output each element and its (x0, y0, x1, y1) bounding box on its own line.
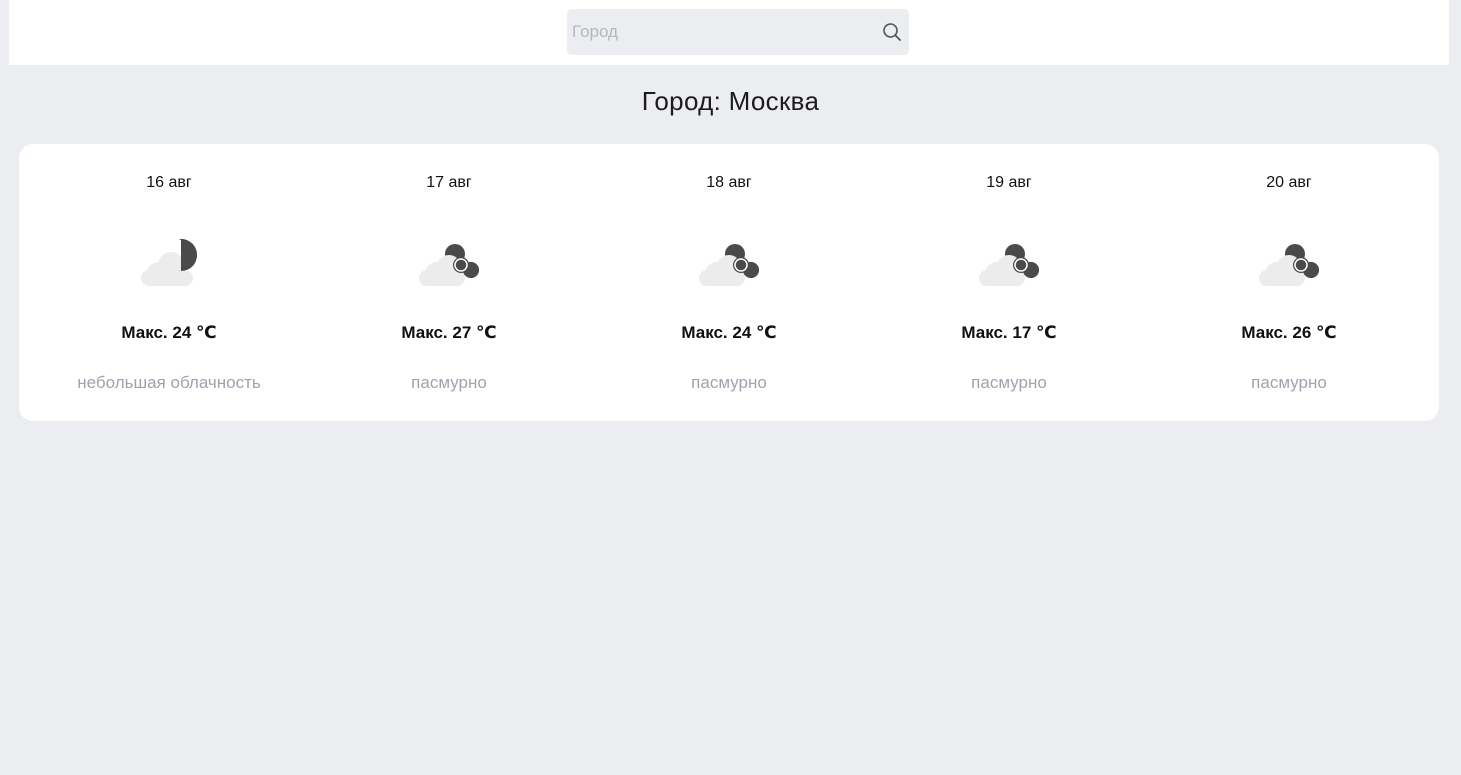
forecast-temp: Макс. 27 ℃ (401, 323, 497, 342)
header-bar (9, 0, 1449, 65)
forecast-temp: Макс. 26 ℃ (1241, 323, 1337, 342)
broken-clouds-icon (411, 232, 487, 288)
forecast-date: 20 авг (1266, 174, 1312, 191)
search-icon[interactable] (881, 21, 903, 43)
forecast-description: пасмурно (411, 373, 487, 392)
forecast-description: пасмурно (691, 373, 767, 392)
forecast-temp: Макс. 24 ℃ (121, 323, 217, 342)
broken-clouds-icon (971, 232, 1047, 288)
forecast-day: 18 авг Макс. 24 ℃ пасмурно (589, 144, 869, 421)
search-box[interactable] (567, 9, 909, 55)
forecast-card: 16 авг Макс. 24 ℃ небольшая облачность 1… (19, 144, 1439, 421)
forecast-temp: Макс. 17 ℃ (961, 323, 1057, 342)
broken-clouds-icon (691, 232, 767, 288)
forecast-day: 19 авг Макс. 17 ℃ пасмурно (869, 144, 1149, 421)
broken-clouds-icon (1251, 232, 1327, 288)
city-title: Город: Москва (641, 86, 820, 116)
forecast-description: небольшая облачность (77, 373, 261, 392)
forecast-day: 16 авг Макс. 24 ℃ небольшая облачность (29, 144, 309, 421)
forecast-description: пасмурно (971, 373, 1047, 392)
forecast-date: 16 авг (146, 174, 192, 191)
forecast-date: 18 авг (706, 174, 752, 191)
search-input[interactable] (567, 9, 867, 55)
forecast-date: 19 авг (986, 174, 1032, 191)
forecast-day: 20 авг Макс. 26 ℃ пасмурно (1149, 144, 1429, 421)
forecast-temp: Макс. 24 ℃ (681, 323, 777, 342)
forecast-description: пасмурно (1251, 373, 1327, 392)
forecast-day: 17 авг Макс. 27 ℃ пасмурно (309, 144, 589, 421)
forecast-date: 17 авг (426, 174, 472, 191)
moon-cloud-icon (131, 232, 207, 288)
